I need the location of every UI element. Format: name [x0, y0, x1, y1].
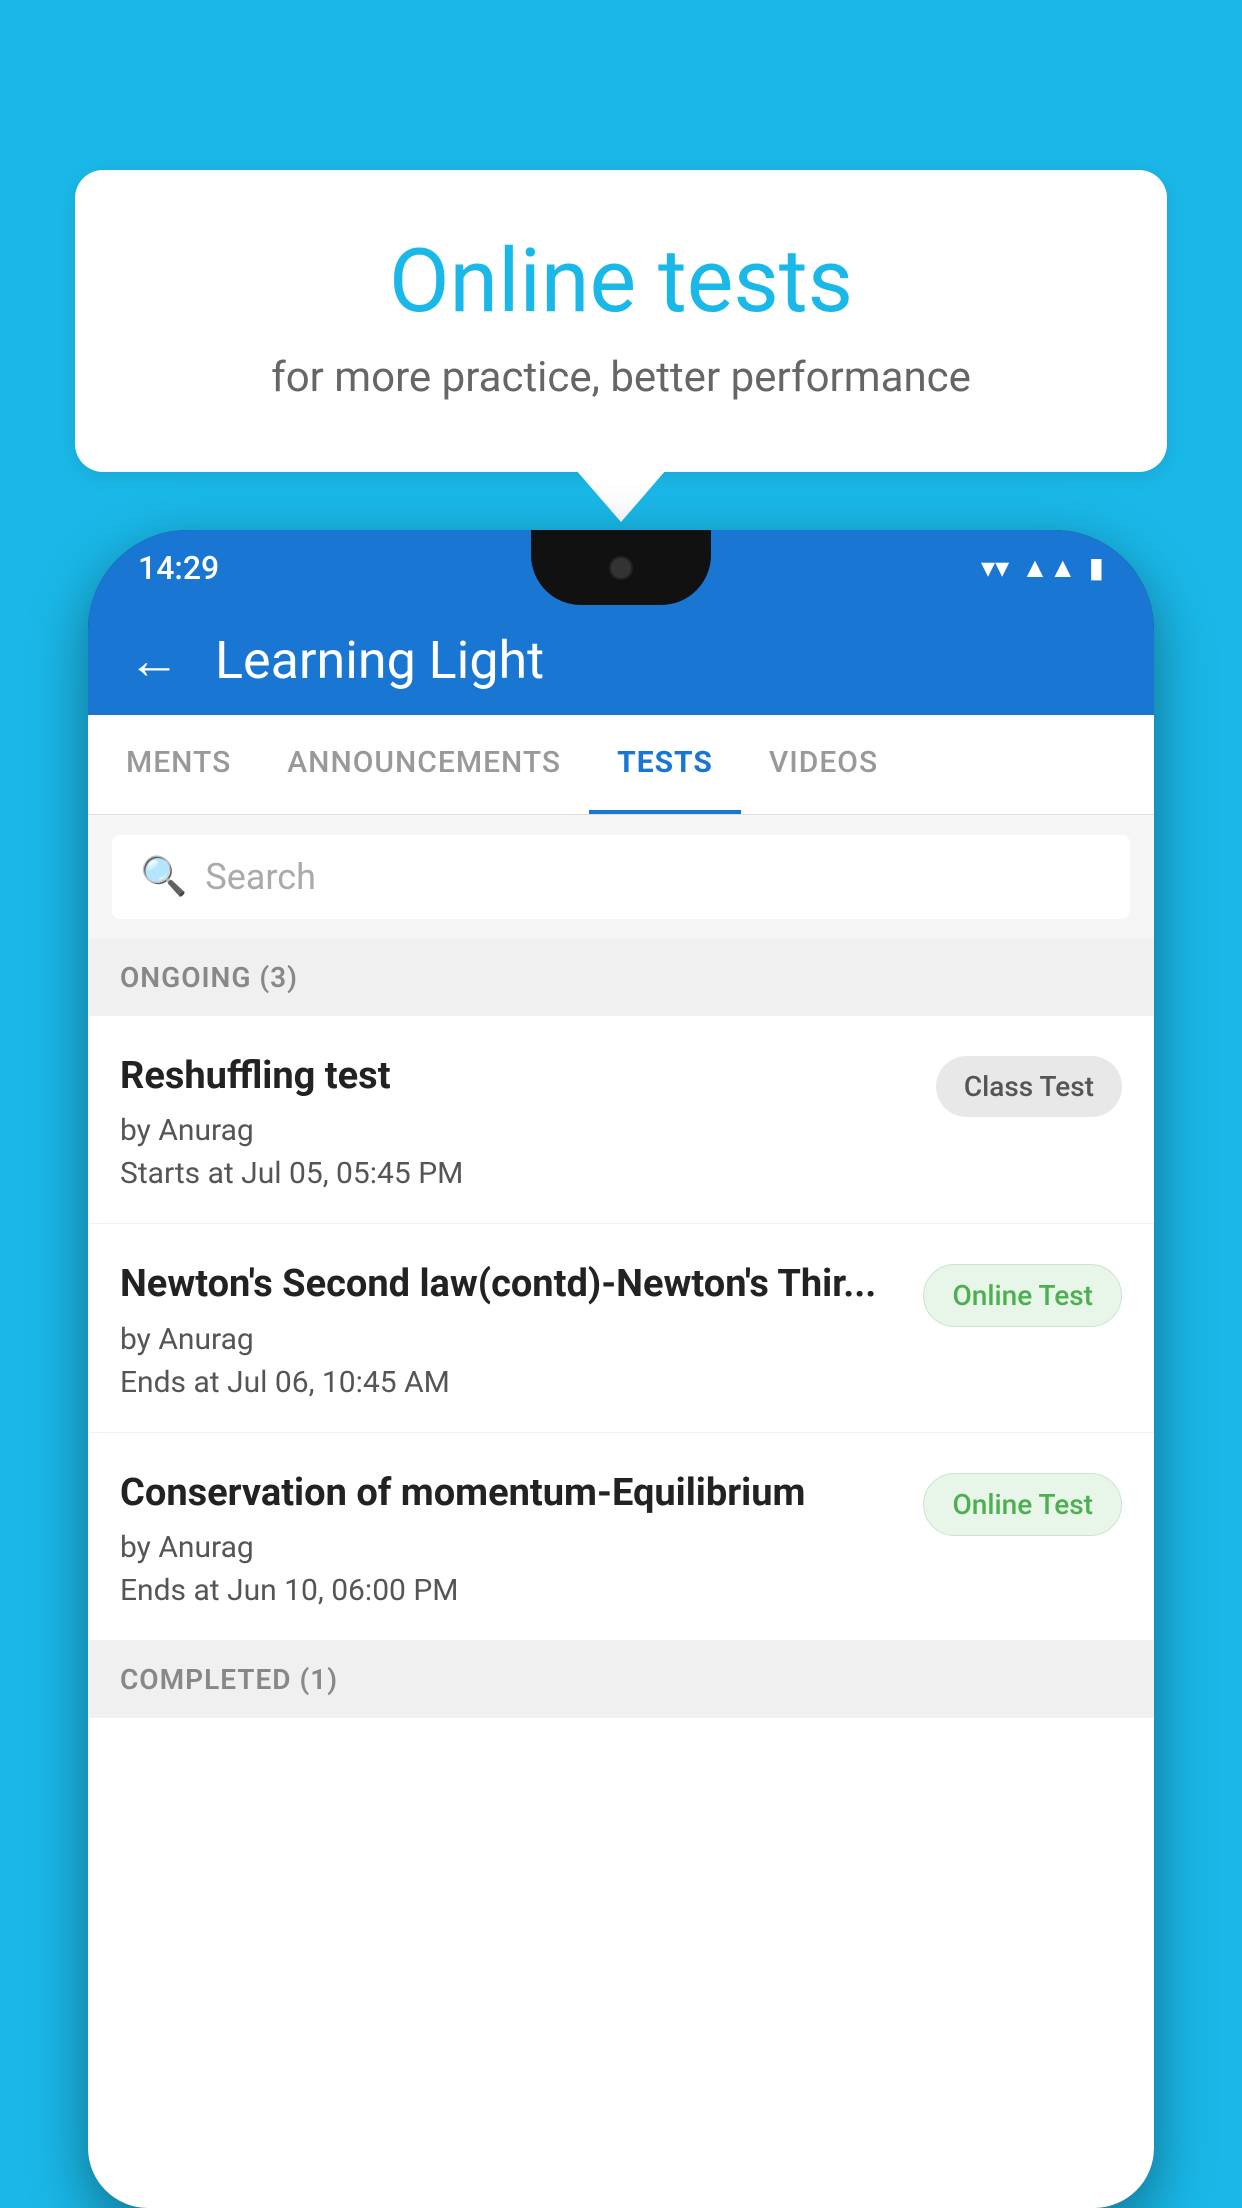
test-time: Starts at Jul 05, 05:45 PM — [120, 1156, 916, 1191]
bubble-subtitle: for more practice, better performance — [155, 353, 1087, 402]
signal-icon: ▲▲ — [1021, 551, 1076, 584]
test-item[interactable]: Reshuffling test by Anurag Starts at Jul… — [88, 1016, 1154, 1224]
test-title: Conservation of momentum-Equilibrium — [120, 1469, 903, 1518]
test-time: Ends at Jun 10, 06:00 PM — [120, 1573, 903, 1608]
search-icon: 🔍 — [140, 855, 187, 899]
test-author: by Anurag — [120, 1322, 903, 1357]
wifi-icon: ▾▾ — [981, 551, 1009, 584]
status-badge: Class Test — [936, 1056, 1122, 1117]
status-bar: 14:29 ▾▾ ▲▲ ▮ — [88, 530, 1154, 605]
app-bar: ← Learning Light — [88, 605, 1154, 715]
tab-bar: MENTS ANNOUNCEMENTS TESTS VIDEOS — [88, 715, 1154, 815]
promo-bubble: Online tests for more practice, better p… — [75, 170, 1167, 472]
status-time: 14:29 — [138, 549, 219, 587]
ongoing-section-header: ONGOING (3) — [88, 939, 1154, 1016]
search-input[interactable]: Search — [205, 856, 316, 898]
back-button[interactable]: ← — [128, 630, 180, 691]
test-info: Newton's Second law(contd)-Newton's Thir… — [120, 1260, 903, 1399]
status-icons: ▾▾ ▲▲ ▮ — [981, 551, 1104, 584]
test-info: Reshuffling test by Anurag Starts at Jul… — [120, 1052, 916, 1191]
tab-videos[interactable]: VIDEOS — [741, 715, 906, 814]
phone-content: MENTS ANNOUNCEMENTS TESTS VIDEOS 🔍 Searc… — [88, 715, 1154, 2208]
test-author: by Anurag — [120, 1113, 916, 1148]
status-badge: Online Test — [923, 1473, 1122, 1536]
bubble-title: Online tests — [155, 230, 1087, 333]
phone-frame: 14:29 ▾▾ ▲▲ ▮ ← Learning Light MENTS ANN… — [88, 530, 1154, 2208]
test-title: Newton's Second law(contd)-Newton's Thir… — [120, 1260, 903, 1309]
tab-ments[interactable]: MENTS — [98, 715, 259, 814]
test-time: Ends at Jul 06, 10:45 AM — [120, 1365, 903, 1400]
phone-notch — [531, 530, 711, 605]
completed-section-header: COMPLETED (1) — [88, 1641, 1154, 1718]
test-author: by Anurag — [120, 1530, 903, 1565]
test-item[interactable]: Conservation of momentum-Equilibrium by … — [88, 1433, 1154, 1641]
tab-tests[interactable]: TESTS — [589, 715, 741, 814]
test-info: Conservation of momentum-Equilibrium by … — [120, 1469, 903, 1608]
test-title: Reshuffling test — [120, 1052, 916, 1101]
status-badge: Online Test — [923, 1264, 1122, 1327]
test-item[interactable]: Newton's Second law(contd)-Newton's Thir… — [88, 1224, 1154, 1432]
search-container: 🔍 Search — [88, 815, 1154, 939]
app-title: Learning Light — [215, 630, 544, 691]
search-bar[interactable]: 🔍 Search — [112, 835, 1130, 919]
camera — [609, 556, 633, 580]
battery-icon: ▮ — [1089, 551, 1104, 584]
tab-announcements[interactable]: ANNOUNCEMENTS — [259, 715, 589, 814]
